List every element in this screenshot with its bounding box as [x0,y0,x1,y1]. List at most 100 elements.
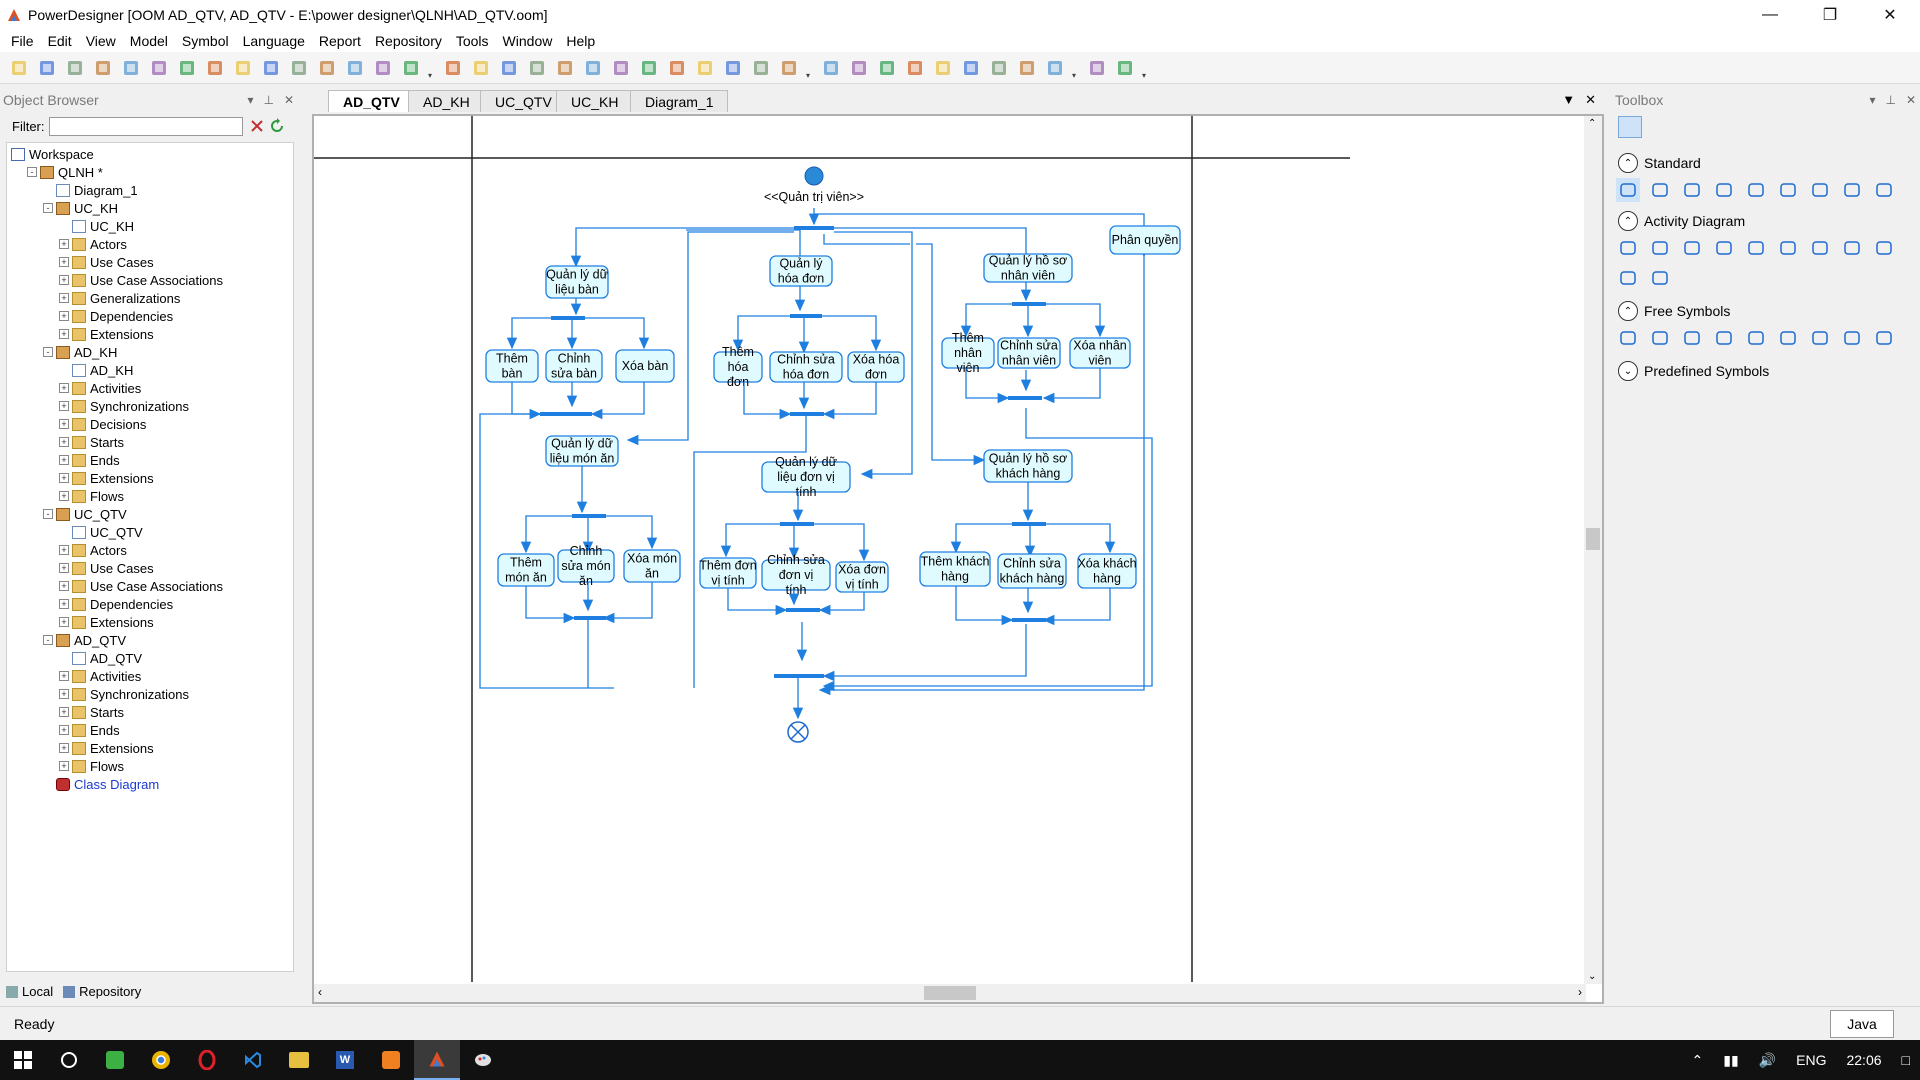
text-tool-icon[interactable] [1648,326,1672,350]
tree-item[interactable]: + Starts [59,703,124,721]
menu-tools[interactable]: Tools [449,30,496,52]
package-icon[interactable] [1616,236,1640,260]
tree-item[interactable]: + Starts [59,433,124,451]
tree-item[interactable]: + Flows [59,757,124,775]
fit-page-icon[interactable] [986,55,1012,81]
check-model-icon[interactable] [398,55,424,81]
language-indicator[interactable]: Java [1830,1010,1894,1038]
align-top-icon[interactable] [902,55,928,81]
pointer-icon[interactable] [1616,178,1640,202]
open-diagram-icon[interactable] [1776,178,1800,202]
restore-button[interactable]: ❐ [1800,0,1860,30]
print-setup-icon[interactable] [1112,55,1138,81]
tree-item[interactable]: - UC_KH [43,199,118,217]
menu-file[interactable]: File [4,30,41,52]
menu-view[interactable]: View [79,30,123,52]
expand-icon[interactable]: + [59,671,69,681]
collapse-icon[interactable]: - [43,203,53,213]
collapse-icon[interactable]: - [43,509,53,519]
toolbox-group-standard[interactable]: ⌃ Standard [1614,150,1916,176]
expand-icon[interactable]: + [59,455,69,465]
polygon-icon[interactable] [1872,326,1896,350]
rectangle-icon[interactable] [1744,326,1768,350]
vertical-scroll-thumb[interactable] [1586,528,1600,550]
horizontal-scroll-thumb[interactable] [924,986,976,1000]
expand-icon[interactable]: + [59,437,69,447]
tree-item[interactable]: AD_QTV [59,649,142,667]
file-explorer-icon[interactable] [276,1040,322,1080]
vscode-icon[interactable] [230,1040,276,1080]
expand-icon[interactable]: + [59,707,69,717]
close-icon[interactable]: ✕ [1906,90,1916,110]
tab-uc-kh[interactable]: UC_KH [556,90,634,112]
tab-uc-qtv[interactable]: UC_QTV [480,90,567,112]
title-icon[interactable] [1616,326,1640,350]
tree-item[interactable]: + Ends [59,451,120,469]
camtasia-icon[interactable] [92,1040,138,1080]
expand-icon[interactable]: + [59,563,69,573]
layout-icon[interactable] [1042,55,1068,81]
cut-icon[interactable] [202,55,228,81]
close-icon[interactable]: ✕ [284,90,294,110]
text-icon[interactable] [692,55,718,81]
grabber-icon[interactable] [1648,178,1672,202]
select-all-icon[interactable] [580,55,606,81]
find-icon[interactable] [468,55,494,81]
move-left-icon[interactable] [720,55,746,81]
toolbar-overflow-icon[interactable]: ▾ [804,56,812,80]
word-icon[interactable]: W [322,1040,368,1080]
close-button[interactable]: ✕ [1860,0,1920,30]
horizontal-scrollbar[interactable]: ‹ › [314,984,1586,1002]
tree-item[interactable]: + Extensions [59,739,154,757]
expand-icon[interactable]: + [59,293,69,303]
menu-help[interactable]: Help [559,30,602,52]
delete-icon[interactable] [286,55,312,81]
tree-item[interactable]: - UC_QTV [43,505,127,523]
tree-item[interactable]: + Actors [59,541,127,559]
expand-icon[interactable]: + [59,689,69,699]
windows-start-icon[interactable] [0,1040,46,1080]
note-tool-icon[interactable] [1648,266,1672,290]
tab-ad-qtv[interactable]: AD_QTV [328,90,415,112]
tree-item[interactable]: + Activities [59,379,141,397]
arc-icon[interactable] [1712,326,1736,350]
tree-item[interactable]: Workspace [11,145,94,163]
tree-item[interactable]: + Use Case Associations [59,271,223,289]
sublime-icon[interactable] [368,1040,414,1080]
tab-ad-kh[interactable]: AD_KH [408,90,485,112]
zoom-to-fit-icon[interactable] [1744,178,1768,202]
refresh-icon[interactable] [269,118,285,134]
flow-icon[interactable] [1744,236,1768,260]
collapse-icon[interactable]: - [43,635,53,645]
expand-icon[interactable]: + [59,257,69,267]
expand-icon[interactable]: + [59,545,69,555]
tab-diagram-1[interactable]: Diagram_1 [630,90,729,112]
tree-item[interactable]: + Flows [59,487,124,505]
report-icon[interactable] [1084,55,1110,81]
save-icon[interactable] [90,55,116,81]
properties-icon[interactable] [370,55,396,81]
chrome-icon[interactable] [138,1040,184,1080]
tree-item[interactable]: + Use Cases [59,253,154,271]
decision-icon[interactable] [1776,236,1800,260]
organization-unit-icon[interactable] [1712,236,1736,260]
move-up-icon[interactable] [776,55,802,81]
expand-icon[interactable]: + [59,311,69,321]
expand-icon[interactable]: + [59,473,69,483]
powerdesigner-taskbar-icon[interactable] [414,1040,460,1080]
save-all-icon[interactable] [118,55,144,81]
tree-item[interactable]: - QLNH * [27,163,103,181]
notification-icon[interactable]: □ [1892,1052,1920,1068]
scroll-left-icon[interactable]: ‹ [318,985,322,999]
collapse-icon[interactable]: - [27,167,37,177]
tree-item[interactable]: UC_KH [59,217,134,235]
scroll-right-icon[interactable]: › [1578,985,1582,999]
clear-filter-icon[interactable] [249,118,265,134]
link-tool-icon[interactable] [1872,178,1896,202]
polyline-icon[interactable] [1840,326,1864,350]
tray-clock[interactable]: 22:06 [1836,1052,1891,1068]
start-icon[interactable] [1840,236,1864,260]
menu-model[interactable]: Model [123,30,175,52]
menu-window[interactable]: Window [496,30,560,52]
menu-edit[interactable]: Edit [41,30,79,52]
